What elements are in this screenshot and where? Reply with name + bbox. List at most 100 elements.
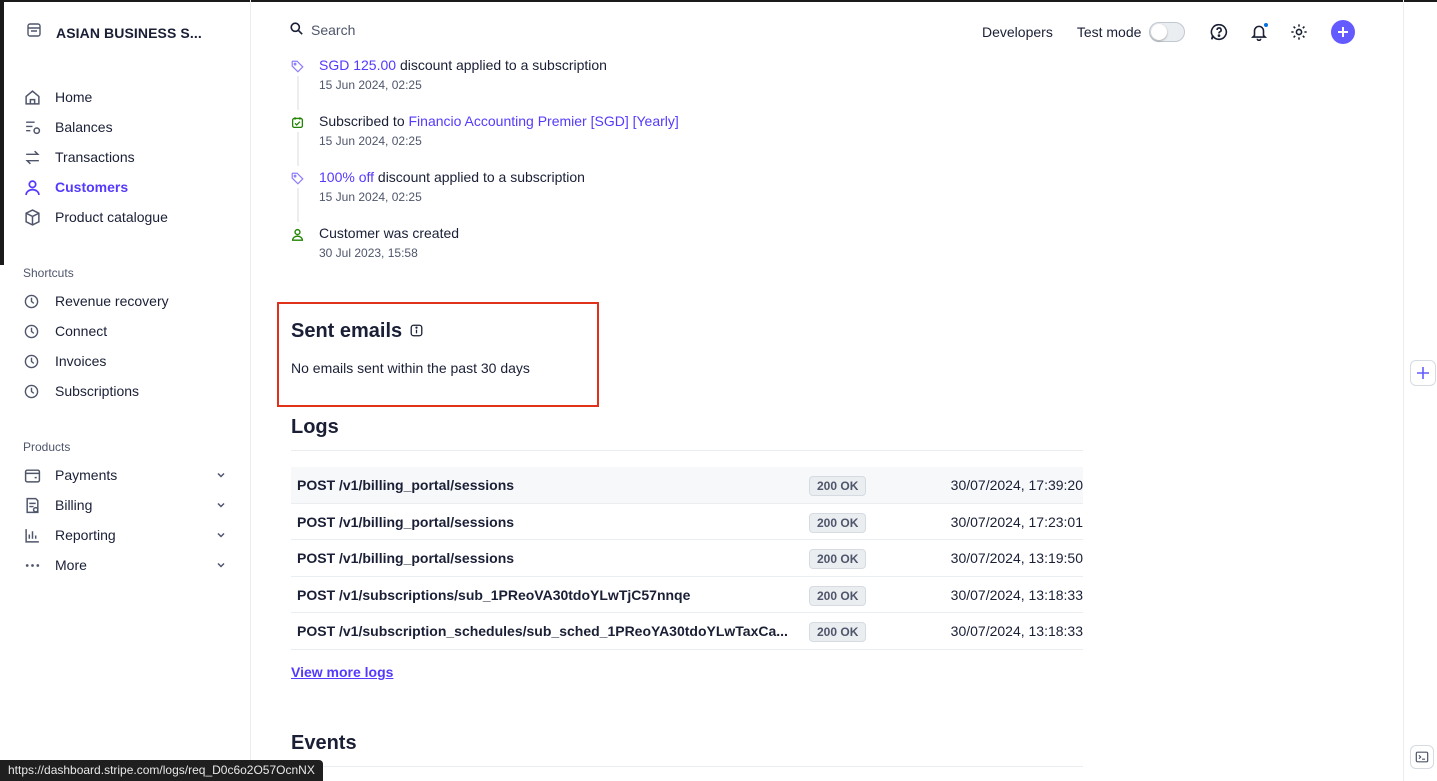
sidebar-item-home[interactable]: Home [24, 82, 234, 112]
log-request-path: POST /v1/subscriptions/sub_1PReoVA30tdoY… [297, 586, 691, 603]
table-row[interactable]: POST /v1/subscription_schedules/sub_sche… [291, 613, 1083, 650]
shortcuts-heading: Shortcuts [23, 266, 74, 280]
transactions-icon [24, 148, 46, 166]
timeline-event-prefix: Subscribed to [319, 113, 409, 129]
person-icon [290, 227, 304, 241]
sent-emails-title: Sent emails [291, 320, 403, 342]
status-badge: 200 OK [809, 585, 867, 606]
shortcut-subscriptions[interactable]: Subscriptions [24, 376, 234, 406]
timeline-connector [297, 188, 299, 222]
log-request-path: POST /v1/subscription_schedules/sub_sche… [297, 623, 788, 639]
sidebar-item-customers[interactable]: Customers [24, 172, 234, 202]
events-heading: Events [291, 732, 357, 754]
subscription-icon [290, 115, 304, 129]
timeline-event-date: 15 Jun 2024, 02:25 [319, 78, 422, 92]
table-row[interactable]: POST /v1/billing_portal/sessions 200 OK … [291, 467, 1083, 504]
discount-amount-link[interactable]: SGD 125.00 [319, 57, 396, 73]
sidebar-item-balances[interactable]: Balances [24, 112, 234, 142]
shortcut-revenue-recovery[interactable]: Revenue recovery [24, 286, 234, 316]
test-mode-label: Test mode [1076, 24, 1142, 40]
terminal-icon[interactable] [1410, 745, 1434, 769]
balances-icon [24, 118, 46, 136]
shortcut-invoices[interactable]: Invoices [24, 346, 234, 376]
chevron-down-icon[interactable] [216, 467, 226, 483]
table-row[interactable]: POST /v1/billing_portal/sessions 200 OK … [291, 504, 1083, 540]
status-badge: 200 OK [809, 476, 867, 496]
gear-icon[interactable] [1289, 22, 1309, 42]
log-request-path: POST /v1/billing_portal/sessions [297, 513, 515, 530]
discount-percent-link[interactable]: 100% off [319, 169, 374, 185]
create-plus-button[interactable] [1331, 20, 1356, 44]
account-switcher[interactable]: ASIAN BUSINESS S... [26, 22, 202, 43]
search-bar[interactable]: Search [290, 22, 355, 38]
reporting-icon [24, 526, 46, 544]
chevron-down-icon[interactable] [216, 557, 226, 573]
more-icon [24, 556, 46, 574]
log-timestamp: 30/07/2024, 17:39:20 [950, 477, 1083, 493]
toggle-knob [1151, 24, 1168, 40]
timeline-connector [297, 76, 299, 110]
chevron-down-icon[interactable] [216, 497, 226, 513]
product-catalogue-icon [24, 208, 46, 226]
sidebar-item-product-catalogue[interactable]: Product catalogue [24, 202, 234, 232]
view-more-logs-link[interactable]: View more logs [291, 664, 393, 680]
help-icon[interactable] [1209, 22, 1229, 42]
sidebar-item-more[interactable]: More [24, 550, 234, 580]
events-divider [291, 766, 1083, 767]
log-request-path: POST /v1/billing_portal/sessions [297, 550, 515, 566]
status-badge: 200 OK [809, 512, 867, 533]
tag-icon [290, 171, 304, 185]
sidebar: ASIAN BUSINESS S... Home Balances Transa… [0, 0, 251, 781]
search-placeholder: Search [311, 22, 356, 38]
main-nav: Home Balances Transactions Customers Pro… [24, 82, 234, 232]
status-badge: 200 OK [809, 622, 867, 642]
log-timestamp: 30/07/2024, 13:19:50 [950, 550, 1083, 566]
shortcuts-nav: Revenue recovery Connect Invoices Subscr… [24, 286, 234, 406]
clock-icon [24, 292, 46, 310]
sent-emails-heading: Sent emails [291, 320, 423, 343]
developers-link[interactable]: Developers [982, 24, 1053, 40]
log-timestamp: 30/07/2024, 17:23:01 [950, 513, 1083, 530]
sidebar-item-label: Reporting [55, 527, 116, 543]
status-badge: 200 OK [809, 549, 867, 569]
shortcut-label: Revenue recovery [55, 293, 169, 309]
clock-icon [24, 352, 46, 370]
table-row[interactable]: POST /v1/subscriptions/sub_1PReoVA30tdoY… [291, 577, 1083, 613]
customers-icon [24, 178, 46, 196]
shortcut-connect[interactable]: Connect [24, 316, 234, 346]
sidebar-item-payments[interactable]: Payments [24, 460, 234, 490]
tag-icon [290, 59, 304, 73]
store-icon [26, 22, 42, 43]
info-icon[interactable] [410, 320, 423, 343]
logs-divider [291, 450, 1083, 451]
billing-icon [24, 496, 46, 514]
table-row[interactable]: POST /v1/billing_portal/sessions 200 OK … [291, 540, 1083, 577]
add-panel-button[interactable] [1410, 360, 1436, 386]
logs-table: POST /v1/billing_portal/sessions 200 OK … [291, 467, 1083, 650]
sent-emails-empty: No emails sent within the past 30 days [291, 360, 530, 376]
timeline-event-text: Customer was created [319, 225, 460, 241]
account-name: ASIAN BUSINESS S... [56, 24, 202, 41]
sidebar-item-label: More [55, 557, 87, 573]
product-link[interactable]: Financio Accounting Premier [SGD] [Yearl… [409, 113, 679, 129]
log-timestamp: 30/07/2024, 13:18:33 [950, 623, 1083, 639]
notifications-icon[interactable] [1249, 22, 1270, 42]
timeline-event-date: 30 Jul 2023, 15:58 [319, 246, 418, 260]
header-actions: Developers Test mode [982, 18, 1356, 46]
right-rail-divider [1403, 0, 1404, 781]
sidebar-item-reporting[interactable]: Reporting [24, 520, 234, 550]
clock-icon [24, 322, 46, 340]
notification-dot [1263, 22, 1270, 28]
sidebar-item-transactions[interactable]: Transactions [24, 142, 234, 172]
log-timestamp: 30/07/2024, 13:18:33 [950, 586, 1083, 603]
chevron-down-icon[interactable] [216, 527, 226, 543]
home-icon [24, 88, 46, 106]
test-mode-toggle[interactable] [1149, 22, 1186, 42]
timeline-event-date: 15 Jun 2024, 02:25 [319, 134, 422, 148]
sidebar-item-label: Customers [55, 179, 129, 195]
link-hover-url: https://dashboard.stripe.com/logs/req_D0… [0, 760, 323, 781]
clock-icon [24, 382, 46, 400]
sidebar-item-billing[interactable]: Billing [24, 490, 234, 520]
log-request-path: POST /v1/billing_portal/sessions [297, 477, 515, 493]
shortcut-label: Connect [55, 323, 108, 339]
